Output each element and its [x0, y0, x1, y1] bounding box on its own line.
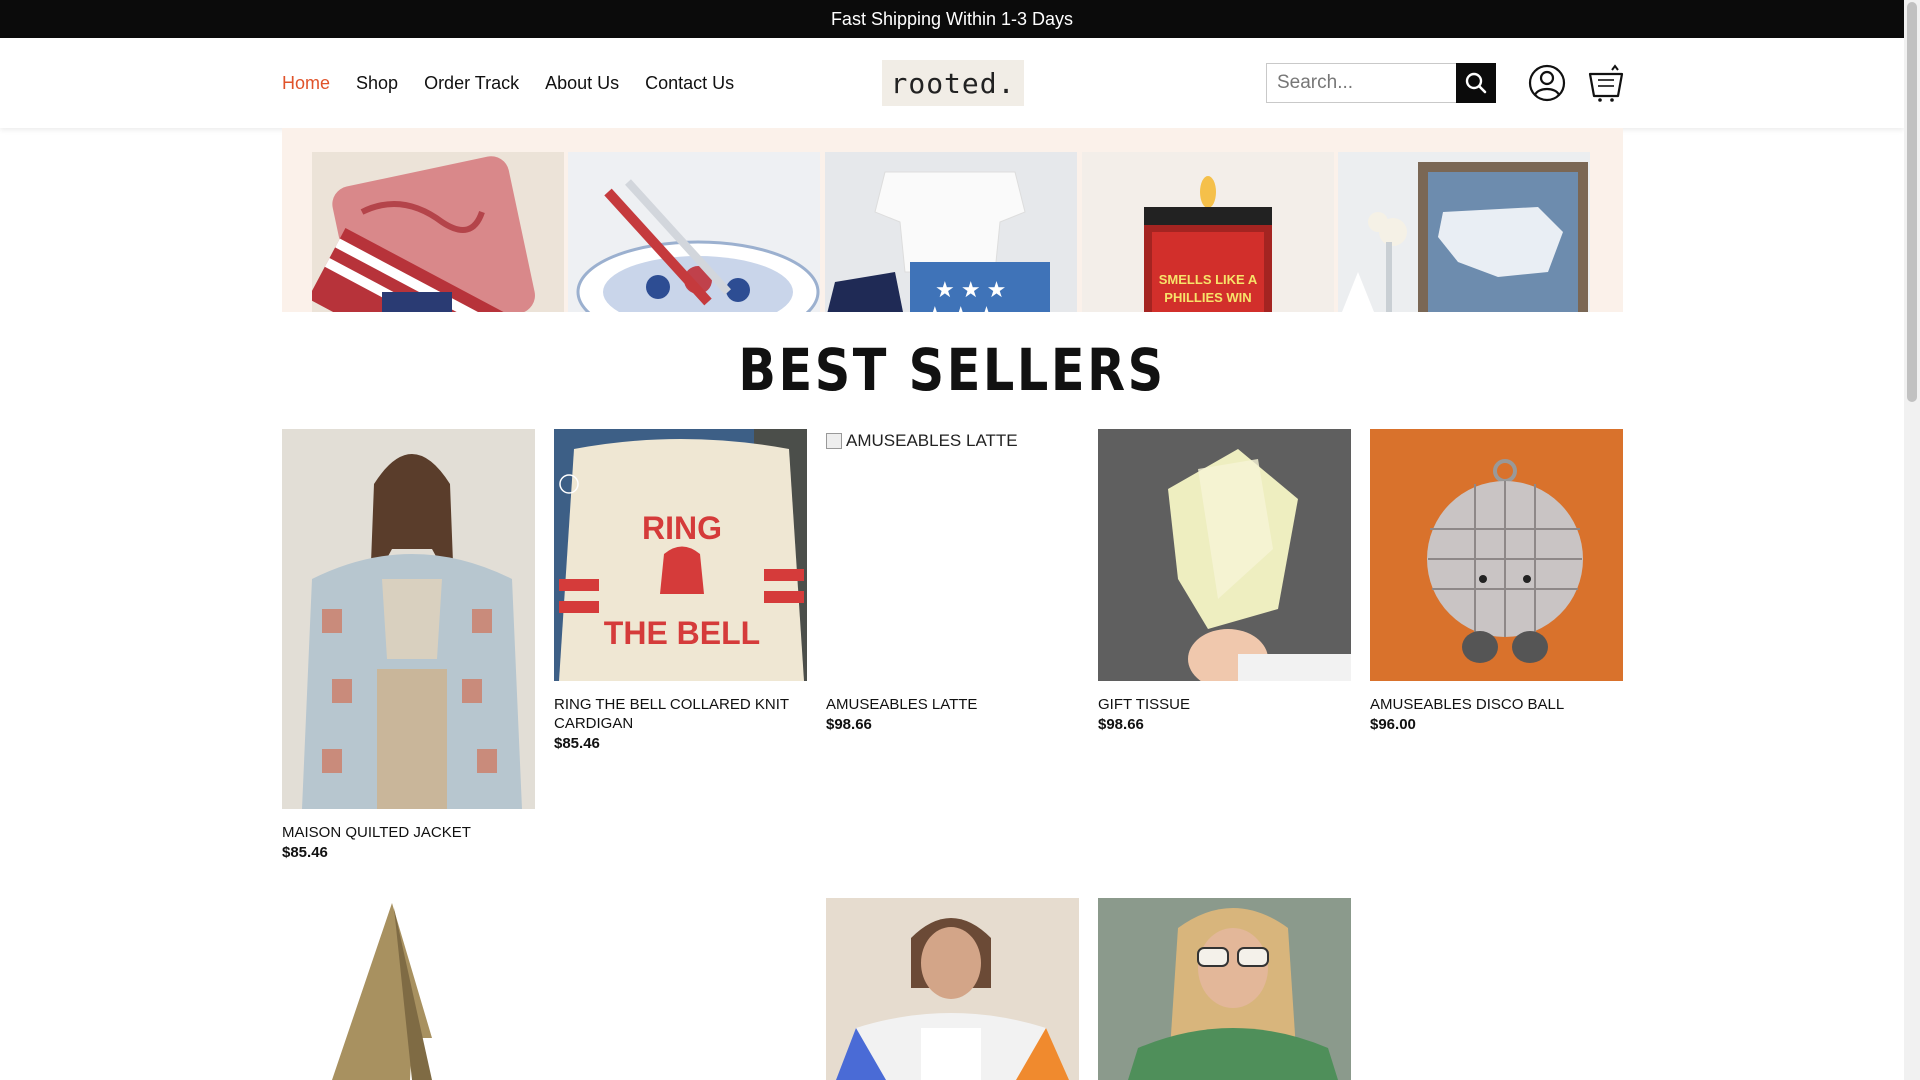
cart-button[interactable]: [1588, 62, 1624, 102]
svg-text:★ ★ ★: ★ ★ ★: [925, 302, 996, 312]
product-name[interactable]: RING THE BELL COLLARED KNIT CARDIGAN: [554, 695, 807, 733]
product-image[interactable]: RING THE BELL: [554, 429, 807, 681]
search-input[interactable]: [1266, 63, 1456, 103]
product-image[interactable]: [826, 898, 1079, 1080]
account-button[interactable]: [1528, 64, 1566, 102]
product-image[interactable]: [1370, 429, 1623, 681]
product-image[interactable]: [282, 898, 535, 1080]
product-image[interactable]: [1098, 898, 1351, 1080]
product-card[interactable]: RING THE BELL RING THE BELL COLLARED KNI…: [554, 429, 807, 752]
svg-text:PHILLIES WIN: PHILLIES WIN: [1164, 290, 1251, 305]
product-card[interactable]: GIFT TISSUE $98.66: [1098, 429, 1351, 733]
product-card[interactable]: [282, 898, 535, 1080]
product-card[interactable]: AMUSEABLES LATTE AMUSEABLES LATTE $98.66: [826, 429, 1079, 733]
product-name[interactable]: AMUSEABLES DISCO BALL: [1370, 695, 1623, 714]
main-nav: Home Shop Order Track About Us Contact U…: [282, 38, 760, 128]
cardigan-artwork-text: RING: [642, 510, 722, 546]
product-name[interactable]: AMUSEABLES LATTE: [826, 695, 1079, 714]
banner-tile-tray[interactable]: [312, 152, 564, 312]
hero-banner[interactable]: ★ ★ ★ ★ ★ ★ SMELLS LIKE A PHILLIES WIN: [282, 128, 1623, 312]
nav-home[interactable]: Home: [282, 73, 330, 94]
nav-about-us[interactable]: About Us: [545, 73, 619, 94]
product-card[interactable]: MAISON QUILTED JACKET $85.46: [282, 429, 535, 861]
search-icon: [1465, 72, 1487, 94]
product-price: $98.66: [1098, 716, 1144, 733]
product-name[interactable]: GIFT TISSUE: [1098, 695, 1351, 714]
site-logo[interactable]: rooted.: [882, 60, 1024, 106]
nav-shop[interactable]: Shop: [356, 73, 398, 94]
announcement-bar: Fast Shipping Within 1-3 Days: [0, 0, 1904, 38]
product-image[interactable]: [1098, 429, 1351, 681]
product-image[interactable]: AMUSEABLES LATTE: [826, 429, 1079, 681]
image-alt-text: AMUSEABLES LATTE: [846, 431, 1018, 450]
product-price: $85.46: [554, 735, 600, 752]
user-icon: [1528, 64, 1566, 102]
product-price: $85.46: [282, 844, 328, 861]
scrollbar-thumb[interactable]: [1907, 2, 1917, 402]
banner-tile-outfit[interactable]: ★ ★ ★ ★ ★ ★: [825, 152, 1077, 312]
candle-label: SMELLS LIKE A: [1159, 272, 1258, 287]
product-card[interactable]: AMUSEABLES DISCO BALL $96.00: [1370, 429, 1623, 733]
logo-text: rooted.: [890, 66, 1016, 100]
nav-order-track[interactable]: Order Track: [424, 73, 519, 94]
product-name[interactable]: MAISON QUILTED JACKET: [282, 823, 535, 842]
nav-contact-us[interactable]: Contact Us: [645, 73, 734, 94]
svg-text:THE BELL: THE BELL: [604, 615, 760, 651]
broken-image-icon: [826, 433, 842, 449]
broken-image: AMUSEABLES LATTE: [826, 429, 1079, 451]
banner-tile-bowl[interactable]: [568, 152, 820, 312]
page-scrollbar[interactable]: [1904, 0, 1920, 1080]
product-price: $98.66: [826, 716, 872, 733]
search-form: [1266, 63, 1496, 103]
announcement-text: Fast Shipping Within 1-3 Days: [830, 8, 1074, 29]
banner-tile-map[interactable]: [1338, 152, 1590, 312]
product-price: $96.00: [1370, 716, 1416, 733]
product-image[interactable]: [282, 429, 535, 809]
site-header: Home Shop Order Track About Us Contact U…: [0, 38, 1904, 128]
product-card[interactable]: [1098, 898, 1351, 1080]
search-button[interactable]: [1456, 63, 1496, 103]
cart-icon: [1588, 64, 1624, 102]
banner-tile-candle[interactable]: SMELLS LIKE A PHILLIES WIN: [1082, 152, 1334, 312]
svg-text:★ ★ ★: ★ ★ ★: [935, 277, 1006, 302]
product-card[interactable]: [826, 898, 1079, 1080]
section-title: BEST SELLERS: [738, 336, 1166, 404]
